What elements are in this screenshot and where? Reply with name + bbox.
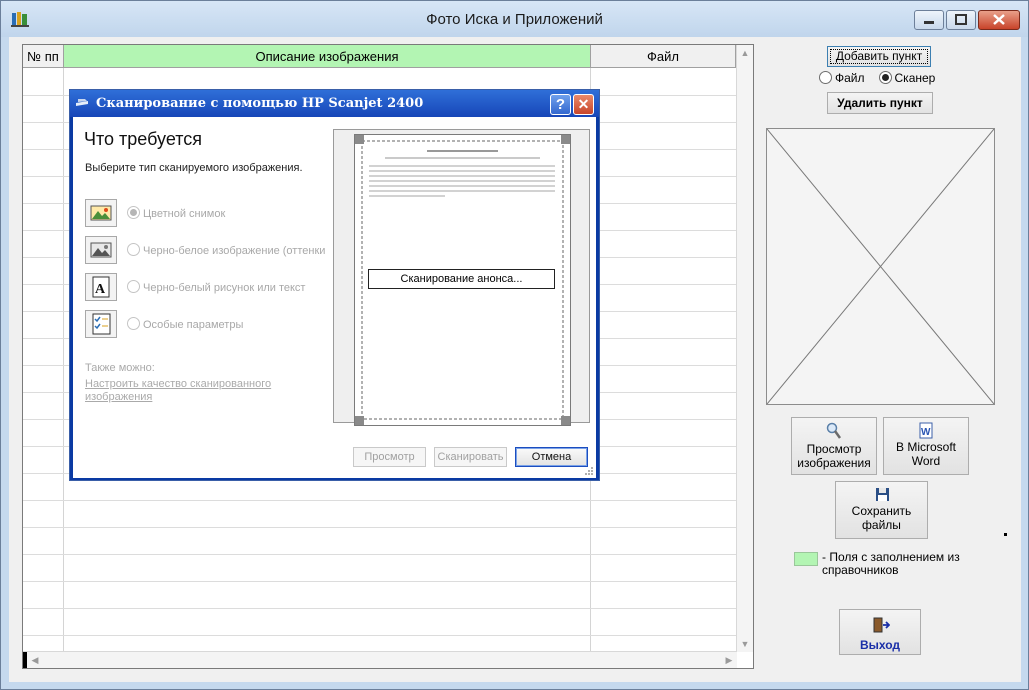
- scan-preview-frame: Сканирование анонса...: [333, 129, 590, 426]
- vertical-scrollbar[interactable]: ▲ ▼: [736, 45, 753, 652]
- svg-text:W: W: [921, 427, 931, 438]
- table-row: [23, 608, 736, 609]
- save-files-button[interactable]: Сохранить файлы: [835, 481, 928, 539]
- radio-color-photo[interactable]: [127, 206, 140, 219]
- radio-file[interactable]: [819, 71, 832, 84]
- to-word-button[interactable]: W В Microsoft Word: [883, 417, 969, 475]
- grayscale-photo-icon: [85, 236, 117, 264]
- dialog-help-button[interactable]: ?: [550, 94, 571, 115]
- option-color-photo[interactable]: Цветной снимок: [127, 206, 225, 220]
- adjust-quality-link[interactable]: Настроить качество сканированного изобра…: [85, 378, 290, 404]
- column-header-number[interactable]: № пп: [23, 45, 64, 68]
- floppy-disk-icon: [876, 488, 889, 501]
- radio-grayscale[interactable]: [127, 243, 140, 256]
- magnifier-icon: [826, 422, 842, 439]
- dialog-subtitle: Выберите тип сканируемого изображения.: [85, 162, 303, 174]
- crop-handle[interactable]: [355, 135, 364, 144]
- option-custom[interactable]: Особые параметры: [127, 317, 243, 331]
- scanner-icon: [76, 99, 88, 106]
- source-file-option[interactable]: Файл: [819, 71, 865, 85]
- image-preview: [766, 128, 995, 405]
- scanned-page-preview: Сканирование анонса...: [354, 134, 571, 426]
- empty-image-placeholder-icon: [766, 128, 995, 405]
- scan-status-text: Сканирование анонса...: [368, 269, 555, 289]
- svg-text:A: A: [95, 282, 106, 297]
- word-document-icon: W: [919, 422, 933, 439]
- scroll-left-icon[interactable]: ◀: [27, 652, 43, 668]
- close-button[interactable]: [978, 10, 1020, 30]
- preview-button[interactable]: Просмотр: [353, 447, 426, 467]
- color-photo-icon: [85, 199, 117, 227]
- horizontal-scrollbar[interactable]: ◀ ▶: [23, 651, 737, 668]
- scan-dialog: Сканирование с помощью HP Scanjet 2400 ?…: [69, 89, 600, 481]
- source-radio-group: Файл Сканер: [819, 71, 935, 85]
- column-header-description[interactable]: Описание изображения: [64, 45, 591, 68]
- scroll-down-icon[interactable]: ▼: [737, 636, 753, 652]
- table-row: [23, 635, 736, 636]
- maximize-button[interactable]: [946, 10, 976, 30]
- crop-handle[interactable]: [561, 135, 570, 144]
- option-grayscale[interactable]: Черно-белое изображение (оттенки: [127, 243, 325, 257]
- dialog-heading: Что требуется: [84, 129, 203, 149]
- table-row: [23, 581, 736, 582]
- radio-scanner[interactable]: [878, 71, 892, 84]
- maximize-icon: [955, 14, 967, 25]
- add-item-button[interactable]: Добавить пункт: [827, 46, 931, 67]
- exit-button[interactable]: Выход: [839, 609, 921, 655]
- resize-grip-icon[interactable]: [584, 466, 594, 476]
- exit-door-icon: [873, 617, 890, 633]
- title-bar: Фото Иска и Приложений: [1, 1, 1028, 37]
- scan-button[interactable]: Сканировать: [434, 447, 507, 467]
- crop-handle[interactable]: [355, 416, 364, 425]
- close-icon: [993, 14, 1005, 25]
- table-row: [23, 500, 736, 501]
- remove-item-button[interactable]: Удалить пункт: [827, 92, 933, 114]
- legend-color-swatch: [794, 552, 818, 566]
- cancel-button[interactable]: Отмена: [515, 447, 588, 467]
- dot-marker: [1004, 533, 1007, 536]
- column-header-file[interactable]: Файл: [591, 45, 736, 68]
- main-window: Фото Иска и Приложений № пп Описание изо…: [0, 0, 1029, 690]
- crop-handle[interactable]: [561, 416, 570, 425]
- scan-dialog-titlebar: Сканирование с помощью HP Scanjet 2400: [70, 90, 599, 117]
- view-image-button[interactable]: Просмотр изображения: [791, 417, 877, 475]
- option-text-drawing[interactable]: Черно-белый рисунок или текст: [127, 280, 305, 294]
- also-label: Также можно:: [85, 362, 155, 374]
- minimize-icon: [924, 21, 934, 24]
- dialog-close-button[interactable]: ✕: [573, 94, 594, 115]
- legend-text: - Поля с заполнением из справочников: [822, 550, 960, 577]
- text-drawing-icon: A: [85, 273, 117, 301]
- scan-dialog-body: Что требуется Выберите тип сканируемого …: [73, 117, 596, 478]
- table-row: [23, 527, 736, 528]
- window-title: Фото Иска и Приложений: [426, 11, 603, 28]
- table-row: [23, 554, 736, 555]
- custom-settings-icon: [85, 310, 117, 338]
- radio-text-drawing[interactable]: [127, 280, 140, 293]
- radio-custom[interactable]: [127, 317, 140, 330]
- scroll-up-icon[interactable]: ▲: [737, 45, 753, 61]
- grid-column-divider: [63, 68, 64, 652]
- source-scanner-option[interactable]: Сканер: [878, 71, 935, 85]
- scroll-right-icon[interactable]: ▶: [721, 652, 737, 668]
- scan-dialog-title: Сканирование с помощью HP Scanjet 2400: [96, 96, 424, 111]
- minimize-button[interactable]: [914, 10, 944, 30]
